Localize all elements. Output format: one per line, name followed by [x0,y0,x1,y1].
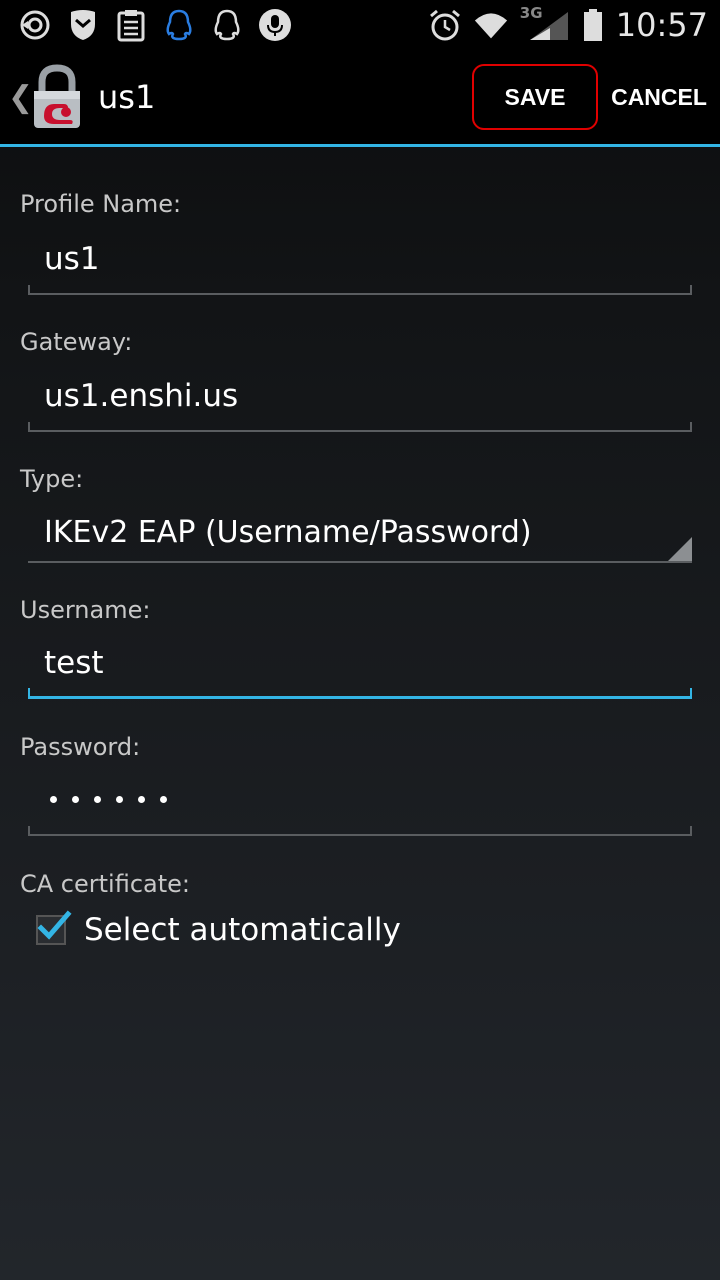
password-label: Password: [20,733,141,761]
password-dot [50,796,57,803]
ca-certificate-label: CA certificate: [20,870,190,898]
select-automatically-label: Select automatically [84,912,401,948]
username-value: test [44,645,104,681]
notification-icons [0,8,292,42]
checkmark-icon [37,910,72,940]
profile-name-field[interactable]: us1 [28,233,692,295]
select-automatically-row[interactable]: Select automatically [36,910,401,948]
profile-title: us1 [98,78,156,116]
strongswan-lock-icon[interactable] [30,64,84,130]
gateway-field[interactable]: us1.enshi.us [28,370,692,432]
dropdown-triangle-icon [668,537,692,561]
password-dot [72,796,79,803]
clock: 10:57 [615,6,708,44]
password-dot [138,796,145,803]
save-button[interactable]: SAVE [472,64,598,130]
password-field[interactable] [28,774,692,836]
qq-icon [210,8,244,42]
password-dot [94,796,101,803]
action-bar: ❮ us1 SAVE CANCEL [0,50,720,147]
password-dot [160,796,167,803]
shield-icon [66,8,100,42]
clipboard-icon [114,8,148,42]
signal-icon: 3G [520,4,570,42]
select-automatically-checkbox[interactable] [36,910,72,945]
password-dot [116,796,123,803]
gateway-value: us1.enshi.us [44,378,239,414]
password-mask [50,796,167,803]
username-field[interactable]: test [28,637,692,699]
username-label: Username: [20,596,151,624]
type-spinner[interactable]: IKEv2 EAP (Username/Password) [28,501,692,563]
alarm-icon [428,8,462,42]
cancel-button[interactable]: CANCEL [604,64,714,130]
qq-blue-icon [162,8,196,42]
microphone-icon [258,8,292,42]
type-label: Type: [20,465,84,493]
battery-icon [582,8,604,42]
status-bar: 3G 10:57 [0,0,720,50]
gateway-label: Gateway: [20,328,133,356]
sync-icon [18,8,52,42]
profile-name-value: us1 [44,241,100,277]
type-value: IKEv2 EAP (Username/Password) [44,515,532,550]
system-icons: 3G 10:57 [428,4,720,44]
profile-name-label: Profile Name: [20,190,182,218]
wifi-icon [474,8,508,42]
